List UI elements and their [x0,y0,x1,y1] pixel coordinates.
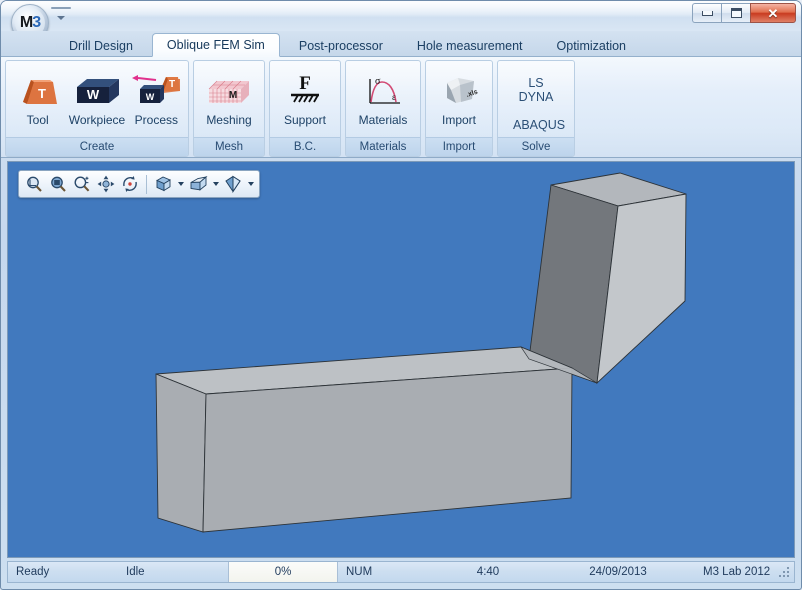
materials-button[interactable]: σ ε Materials [349,65,417,137]
ribbon-group-solve-body: LS DYNA ABAQUS [498,61,574,137]
ribbon-group-solve-title: Solve [498,137,574,156]
solve-abaqus-button[interactable]: ABAQUS [500,114,574,136]
stress-strain-curve-icon: σ ε [355,70,411,112]
rotate-icon[interactable] [118,172,142,196]
import-button[interactable]: .xls Import [428,65,490,137]
svg-text:W: W [146,92,155,102]
resize-grip[interactable] [777,565,791,579]
mesh-meshing-label: Meshing [206,113,252,127]
import-geometry-icon: .xls [431,70,487,112]
zoom-in-out-icon[interactable] [70,172,94,196]
status-bar: Ready Idle 0% NUM 4:40 24/09/2013 M3 Lab… [7,561,795,583]
maximize-button[interactable] [721,3,750,23]
mesh-meshing-button[interactable]: M Meshing [196,65,262,137]
import-label: Import [441,113,476,127]
zoom-window-icon[interactable] [22,172,46,196]
create-process-button[interactable]: T W Process [127,65,186,137]
ribbon-group-solve: LS DYNA ABAQUS Solve [497,60,575,157]
window-controls: ✕ [692,3,796,23]
status-progress: 0% [228,562,338,582]
mesh-block-icon: M [201,70,257,112]
ribbon-group-create-title: Create [6,137,188,156]
ribbon-group-bc: F Support B.C. [269,60,341,157]
title-bar: M3 ✕ [1,1,801,42]
ribbon-group-import-title: Import [426,137,492,156]
ribbon-group-mesh: M Meshing Mesh [193,60,265,157]
create-tool-label: Tool [26,113,49,127]
ribbon-group-mesh-title: Mesh [194,137,264,156]
maximize-icon [730,8,742,18]
orb-letter-m: M [19,14,33,31]
svg-text:W: W [87,87,100,102]
tool-wedge-icon: T [10,70,66,112]
ribbon-tabs: Drill Design Oblique FEM Sim Post-proces… [54,33,645,57]
tab-oblique-fem-sim[interactable]: Oblique FEM Sim [151,33,280,57]
view-iso-icon[interactable] [151,172,175,196]
minimize-button[interactable] [692,3,721,23]
svg-text:M: M [229,90,237,101]
ribbon-group-bc-title: B.C. [270,137,340,156]
materials-label: Materials [358,113,408,127]
chevron-down-icon[interactable] [55,12,67,24]
solve-ls-dyna-button[interactable]: LS DYNA [500,72,572,108]
status-activity: Idle [126,566,145,578]
ribbon-group-materials-title: Materials [346,137,420,156]
svg-text:T: T [169,79,175,90]
ribbon-group-create-body: T Tool W Workpiece T W Process [6,61,188,137]
ribbon-group-materials-body: σ ε Materials [346,61,420,137]
view-perspective-icon[interactable] [186,172,210,196]
viewport-toolbar [18,170,260,198]
shading-icon[interactable] [221,172,245,196]
tab-hole-measurement[interactable]: Hole measurement [402,35,538,57]
status-date: 24/09/2013 [589,566,647,578]
ribbon-group-create: T Tool W Workpiece T W Process Create [5,60,189,157]
create-process-label: Process [134,113,178,127]
bc-support-button[interactable]: F Support [272,65,338,137]
viewport-container: Z X [7,161,795,558]
svg-text:F: F [299,73,311,94]
ribbon-group-mesh-body: M Meshing [194,61,264,137]
svg-text:σ: σ [375,76,381,87]
ribbon: T Tool W Workpiece T W Process Create M … [1,57,801,158]
view-iso-chevron-down-icon[interactable] [175,172,186,196]
svg-text:T: T [38,86,46,101]
ribbon-group-bc-body: F Support [270,61,340,137]
cutting-tool-body [528,172,687,385]
close-button[interactable]: ✕ [750,3,796,23]
shading-chevron-down-icon[interactable] [245,172,256,196]
minimize-icon [701,10,713,16]
ribbon-group-import-body: .xls Import [426,61,492,137]
close-icon: ✕ [767,5,779,21]
view-perspective-chevron-down-icon[interactable] [210,172,221,196]
svg-text:ε: ε [392,92,396,102]
support-fixity-icon: F [277,70,333,112]
quick-access-separator [51,7,71,9]
workpiece-body [155,346,573,533]
tab-drill-design[interactable]: Drill Design [54,35,148,57]
ribbon-group-materials: σ ε Materials Materials [345,60,421,157]
create-workpiece-button[interactable]: W Workpiece [67,65,126,137]
window-frame: M3 ✕ Drill Design Oblique FEM Sim Post-p… [0,0,802,590]
status-time: 4:40 [476,566,500,578]
viewport-3d-canvas[interactable]: Z X [8,162,794,557]
ribbon-tab-strip: Drill Design Oblique FEM Sim Post-proces… [1,31,801,57]
pan-icon[interactable] [94,172,118,196]
status-state: Ready [16,566,50,578]
create-tool-button[interactable]: T Tool [8,65,67,137]
status-num-lock: NUM [346,566,373,578]
title-bar-gloss [1,1,801,15]
process-cut-icon: T W [128,70,184,112]
ribbon-group-import: .xls Import Import [425,60,493,157]
workpiece-block-icon: W [69,70,125,112]
bc-support-label: Support [283,113,327,127]
create-workpiece-label: Workpiece [68,113,126,127]
zoom-fit-icon[interactable] [46,172,70,196]
tab-post-processor[interactable]: Post-processor [284,35,398,57]
application-window: M3 ✕ Drill Design Oblique FEM Sim Post-p… [0,0,802,590]
tab-optimization[interactable]: Optimization [542,35,641,57]
orb-letter-3: 3 [32,14,41,31]
toolbar-separator [146,174,147,194]
